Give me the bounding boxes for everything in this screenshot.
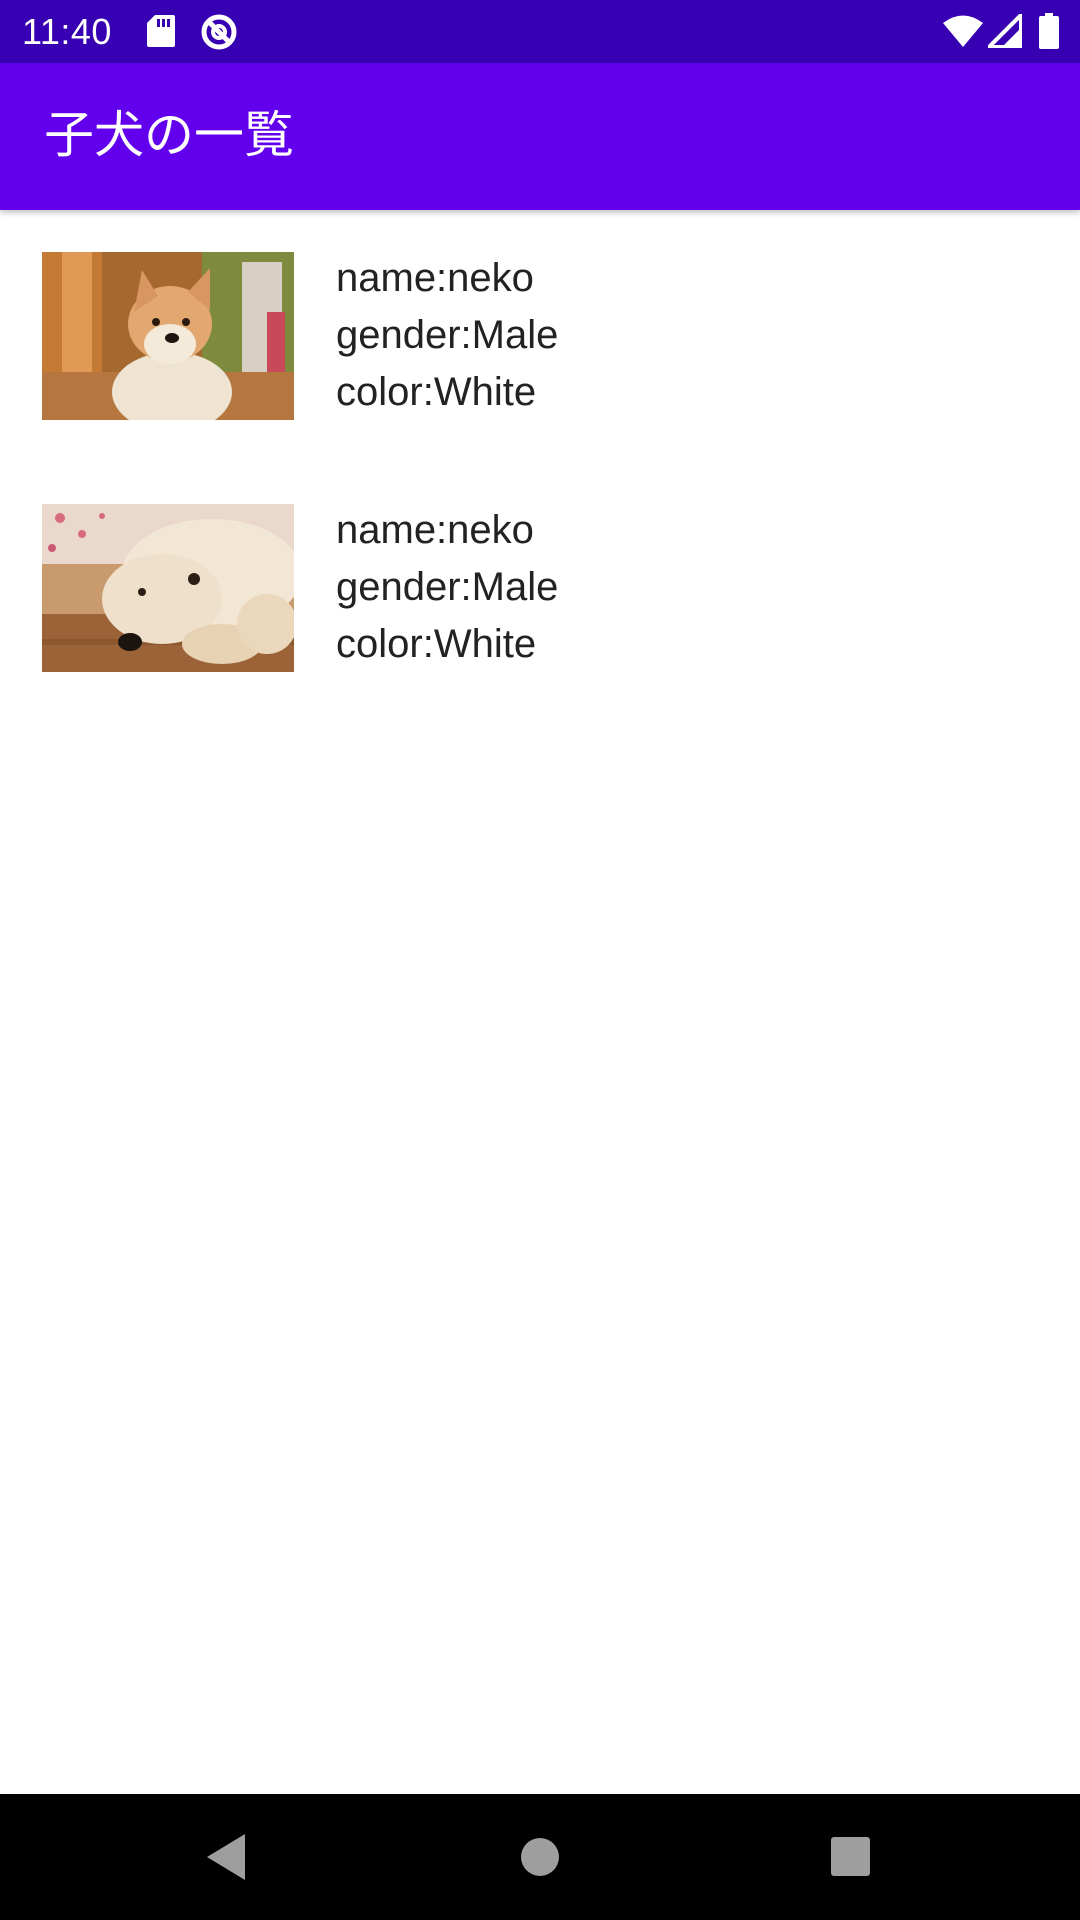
wifi-icon bbox=[943, 15, 983, 47]
back-button[interactable] bbox=[165, 1794, 285, 1920]
sd-card-icon bbox=[147, 15, 175, 47]
data-saver-icon bbox=[201, 14, 237, 50]
page-title: 子犬の一覧 bbox=[44, 106, 294, 164]
home-button[interactable] bbox=[480, 1794, 600, 1920]
navigation-bar bbox=[0, 1794, 1080, 1920]
puppy-name: name:neko bbox=[336, 256, 534, 300]
home-icon bbox=[521, 1838, 559, 1876]
list-item[interactable]: name:neko gender:Male color:White bbox=[0, 462, 1080, 714]
list-item[interactable]: name:neko gender:Male color:White bbox=[0, 210, 1080, 462]
puppy-gender: gender:Male bbox=[336, 313, 559, 357]
puppy-details: name:neko gender:Male color:White bbox=[336, 502, 558, 673]
battery-icon bbox=[1039, 13, 1059, 49]
puppy-color: color:White bbox=[336, 370, 537, 414]
app-bar: 子犬の一覧 bbox=[0, 63, 1080, 210]
status-bar: 11:40 bbox=[0, 0, 1080, 63]
puppy-color: color:White bbox=[336, 622, 537, 666]
poodle-puppy-photo bbox=[42, 504, 294, 672]
puppy-name: name:neko bbox=[336, 508, 534, 552]
status-time: 11:40 bbox=[22, 11, 112, 52]
puppy-details: name:neko gender:Male color:White bbox=[336, 250, 558, 421]
signal-icon bbox=[988, 14, 1022, 48]
back-icon bbox=[207, 1834, 245, 1880]
shiba-puppy-photo bbox=[42, 252, 294, 420]
recents-button[interactable] bbox=[791, 1794, 911, 1920]
recents-icon bbox=[831, 1837, 870, 1876]
puppy-gender: gender:Male bbox=[336, 565, 559, 609]
